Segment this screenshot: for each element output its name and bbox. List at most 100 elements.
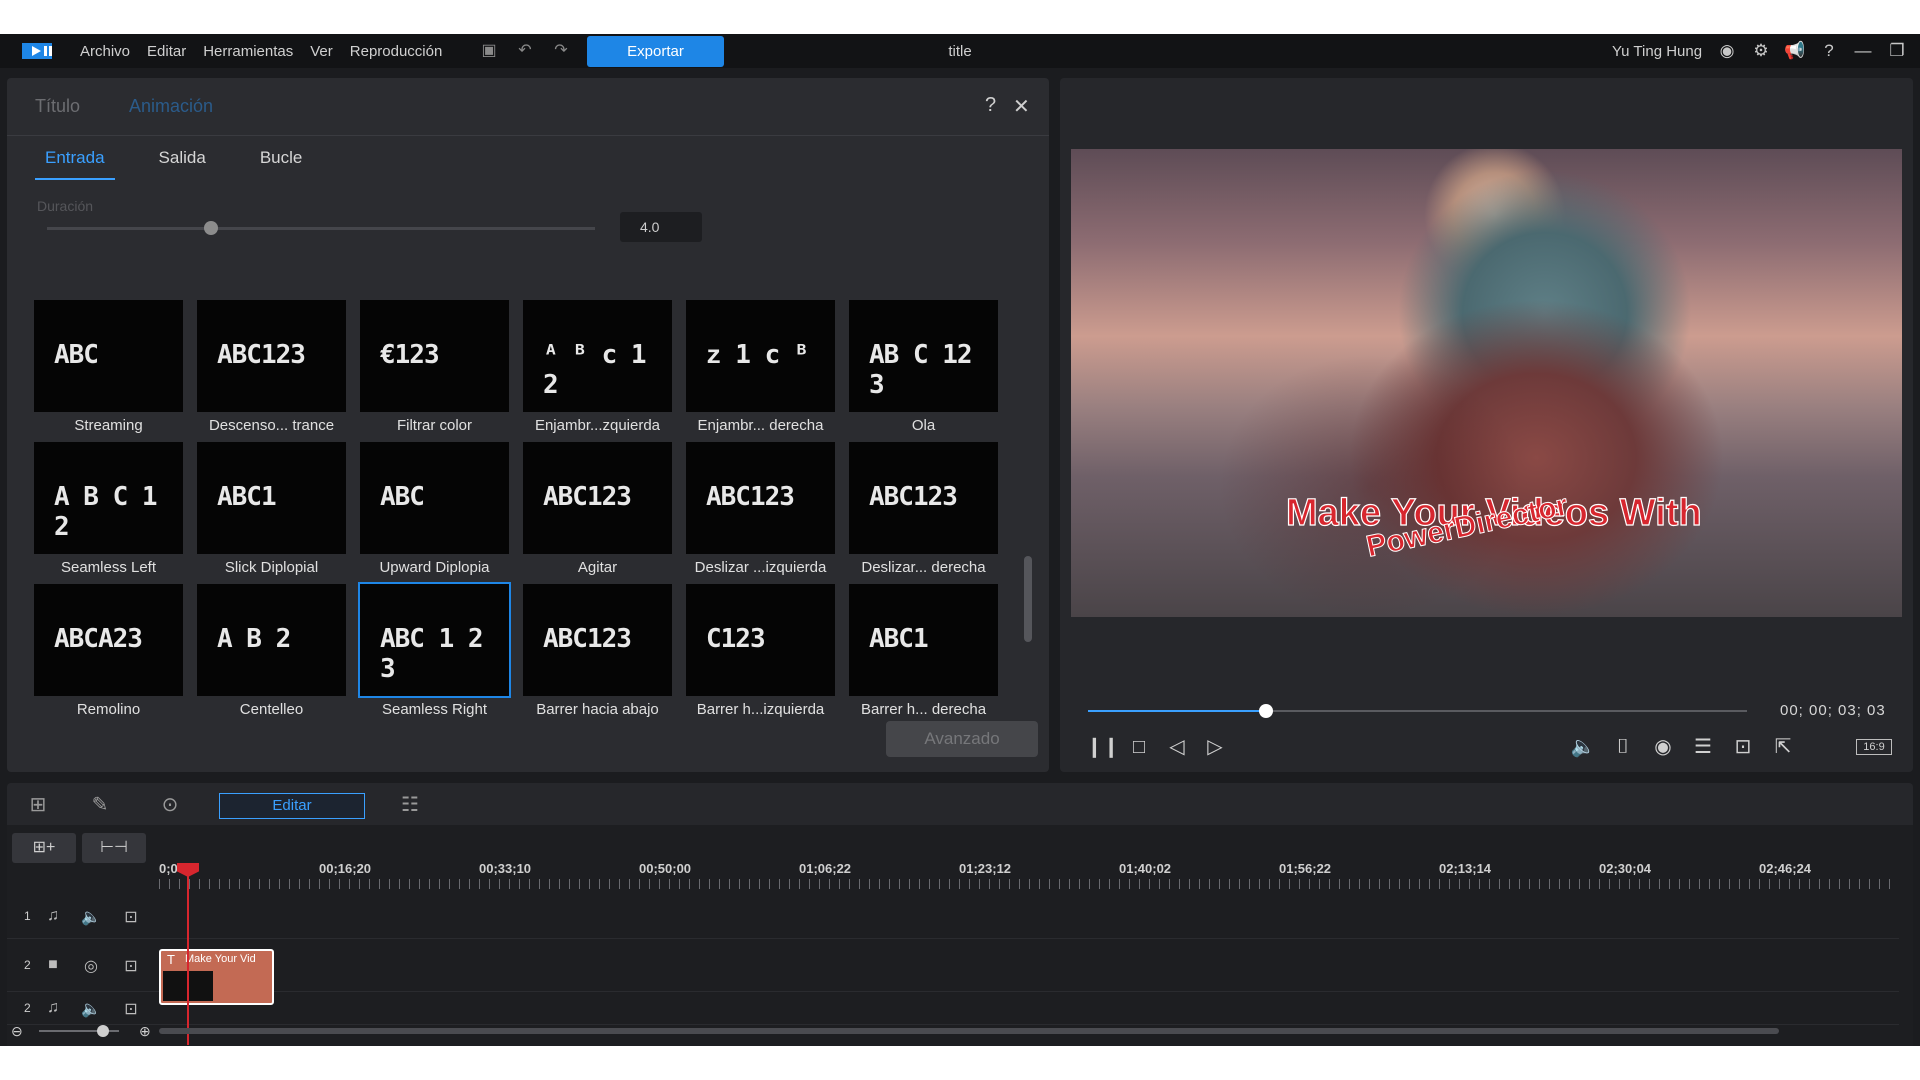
music-note-icon: ♫ <box>47 999 59 1016</box>
seek-thumb[interactable] <box>1258 704 1273 718</box>
media-room-icon[interactable]: ⊞ <box>25 792 51 818</box>
effect-preview-thumbnail: A B 2 <box>197 584 346 696</box>
fit-timeline-button[interactable]: ⊢⊣ <box>82 833 146 863</box>
minimize-icon[interactable]: — <box>1851 39 1875 63</box>
title-clip[interactable]: T Make Your Vid <box>159 949 274 1005</box>
app-logo-icon <box>22 43 52 59</box>
subtab-bucle[interactable]: Bucle <box>250 144 313 180</box>
restore-icon[interactable]: ❐ <box>1885 39 1909 63</box>
effect-preview-thumbnail: ABC123 <box>523 442 672 554</box>
effect-preview-text: ABC123 <box>217 340 306 370</box>
volume-icon[interactable]: 🔈 <box>1570 734 1596 760</box>
effect-preview-thumbnail: €123 <box>360 300 509 412</box>
subtab-salida[interactable]: Salida <box>149 144 216 180</box>
effect-label: Streaming <box>74 417 143 434</box>
effect-preview-text: ABC1 <box>217 482 277 512</box>
zoom-in-icon[interactable]: ⊕ <box>139 1023 151 1040</box>
menu-reproduccion[interactable]: Reproducción <box>350 43 460 60</box>
video-preview[interactable]: Make Your Videos With PowerDirector <box>1071 149 1902 617</box>
effect-item[interactable]: ᴬ ᴮ c 1 2 Enjambr...zquierda <box>523 300 672 442</box>
effect-item[interactable]: ABC Streaming <box>34 300 183 442</box>
effect-item[interactable]: C123 Barrer h...izquierda <box>686 584 835 726</box>
menu-editar[interactable]: Editar <box>147 43 203 60</box>
lock-icon[interactable]: ⊡ <box>121 907 141 927</box>
subtitles-icon[interactable]: ☰ <box>1690 734 1716 760</box>
help-icon[interactable]: ? <box>1817 39 1841 63</box>
menubar: Archivo Editar Herramientas Ver Reproduc… <box>0 34 1920 68</box>
document-title: title <box>948 43 972 60</box>
previous-frame-icon[interactable]: ◁ <box>1164 734 1190 760</box>
export-button[interactable]: Exportar <box>587 36 724 67</box>
effect-item[interactable]: ABC123 Barrer hacia abajo <box>523 584 672 726</box>
duration-slider-thumb[interactable] <box>204 221 219 235</box>
track-number: 2 <box>24 1001 31 1015</box>
effects-grid: ABC Streaming ABC123 Descenso... trance €123… <box>34 300 1014 720</box>
undock-icon[interactable]: ⇱ <box>1770 734 1796 760</box>
zoom-out-icon[interactable]: ⊖ <box>11 1023 23 1040</box>
effect-preview-text: AB C 12 3 <box>869 340 973 400</box>
tab-animacion[interactable]: Animación <box>129 96 213 117</box>
speaker-icon[interactable]: 🔈 <box>81 907 101 927</box>
effect-preview-thumbnail: A B C 1 2 <box>34 442 183 554</box>
snapshot-camera-icon[interactable]: ⌷ <box>1610 734 1636 760</box>
effect-item[interactable]: ABC1 Barrer h... derecha <box>849 584 998 726</box>
settings-gear-icon[interactable]: ⚙ <box>1749 39 1773 63</box>
render-preview-icon[interactable]: ◉ <box>1650 734 1676 760</box>
duration-slider-track[interactable] <box>47 227 595 230</box>
effects-scrollbar[interactable] <box>1024 556 1032 642</box>
effect-item[interactable]: ABC123 Agitar <box>523 442 672 584</box>
next-frame-icon[interactable]: ▷ <box>1202 734 1228 760</box>
track-number: 1 <box>24 909 31 923</box>
effect-item[interactable]: A B 2 Centelleo <box>197 584 346 726</box>
speaker-icon[interactable]: 🔈 <box>81 999 101 1019</box>
pause-icon[interactable]: ❙❙ <box>1086 734 1120 760</box>
effect-item[interactable]: AB C 12 3 Ola <box>849 300 998 442</box>
effect-preview-thumbnail: ABC1 <box>849 584 998 696</box>
menu-ver[interactable]: Ver <box>310 43 350 60</box>
lock-icon[interactable]: ⊡ <box>121 999 141 1019</box>
effect-item[interactable]: ABC123 Deslizar... derecha <box>849 442 998 584</box>
user-name[interactable]: Yu Ting Hung <box>1612 43 1702 60</box>
effect-item[interactable]: ABC1 Slick Diplopial <box>197 442 346 584</box>
help-icon[interactable]: ? <box>985 94 996 117</box>
effect-preview-thumbnail: ᴬ ᴮ c 1 2 <box>523 300 672 412</box>
playhead[interactable] <box>187 865 189 1045</box>
timeline-scrollbar[interactable] <box>159 1028 1779 1034</box>
effect-item[interactable]: ᴢ 1 c ᴮ Enjambr... derecha <box>686 300 835 442</box>
account-icon[interactable]: ◉ <box>1715 39 1739 63</box>
effect-preview-thumbnail: ᴢ 1 c ᴮ <box>686 300 835 412</box>
effect-preview-thumbnail: ABC <box>360 442 509 554</box>
advanced-button[interactable]: Avanzado <box>886 721 1038 757</box>
effect-label: Descenso... trance <box>208 417 335 434</box>
save-icon[interactable]: ▣ <box>480 42 498 60</box>
effect-item[interactable]: ABC 1 2 3 Seamless Right <box>358 582 511 726</box>
track-audio-1: 1 ♫ 🔈 ⊡ <box>7 895 1899 939</box>
tab-titulo[interactable]: Título <box>35 96 80 117</box>
effect-item[interactable]: ABCA23 Remolino <box>34 584 183 726</box>
redo-icon[interactable]: ↷ <box>552 42 570 60</box>
ruler-tick-label: 00;50;00 <box>639 861 692 876</box>
stop-icon[interactable]: □ <box>1126 734 1152 760</box>
menu-archivo[interactable]: Archivo <box>80 43 147 60</box>
add-track-button[interactable]: ⊞+ <box>12 833 76 863</box>
effect-item[interactable]: ABC123 Deslizar ...izquierda <box>686 442 835 584</box>
edit-button[interactable]: Editar <box>219 793 365 819</box>
effect-item[interactable]: ABC123 Descenso... trance <box>197 300 346 442</box>
effect-item[interactable]: A B C 1 2 Seamless Left <box>34 442 183 584</box>
duration-value-field[interactable]: 4.0 <box>620 212 702 242</box>
eye-icon[interactable]: ◎ <box>81 956 101 976</box>
dropdown-circle-icon[interactable]: ⊙ <box>157 792 183 818</box>
report-icon[interactable]: ☷ <box>397 792 423 818</box>
effect-item[interactable]: ABC Upward Diplopia <box>360 442 509 584</box>
effect-item[interactable]: €123 Filtrar color <box>360 300 509 442</box>
pen-icon[interactable]: ✎ <box>87 792 113 818</box>
subtab-entrada[interactable]: Entrada <box>35 144 115 180</box>
lock-icon[interactable]: ⊡ <box>121 956 141 976</box>
notifications-megaphone-icon[interactable]: 📢 <box>1783 39 1807 63</box>
zoom-fit-icon[interactable]: ⊡ <box>1730 734 1756 760</box>
aspect-ratio-badge[interactable]: 16:9 <box>1856 739 1892 755</box>
undo-icon[interactable]: ↶ <box>516 42 534 60</box>
zoom-slider-thumb[interactable] <box>97 1025 109 1037</box>
menu-herramientas[interactable]: Herramientas <box>203 43 310 60</box>
close-panel-icon[interactable]: ✕ <box>1013 94 1030 119</box>
